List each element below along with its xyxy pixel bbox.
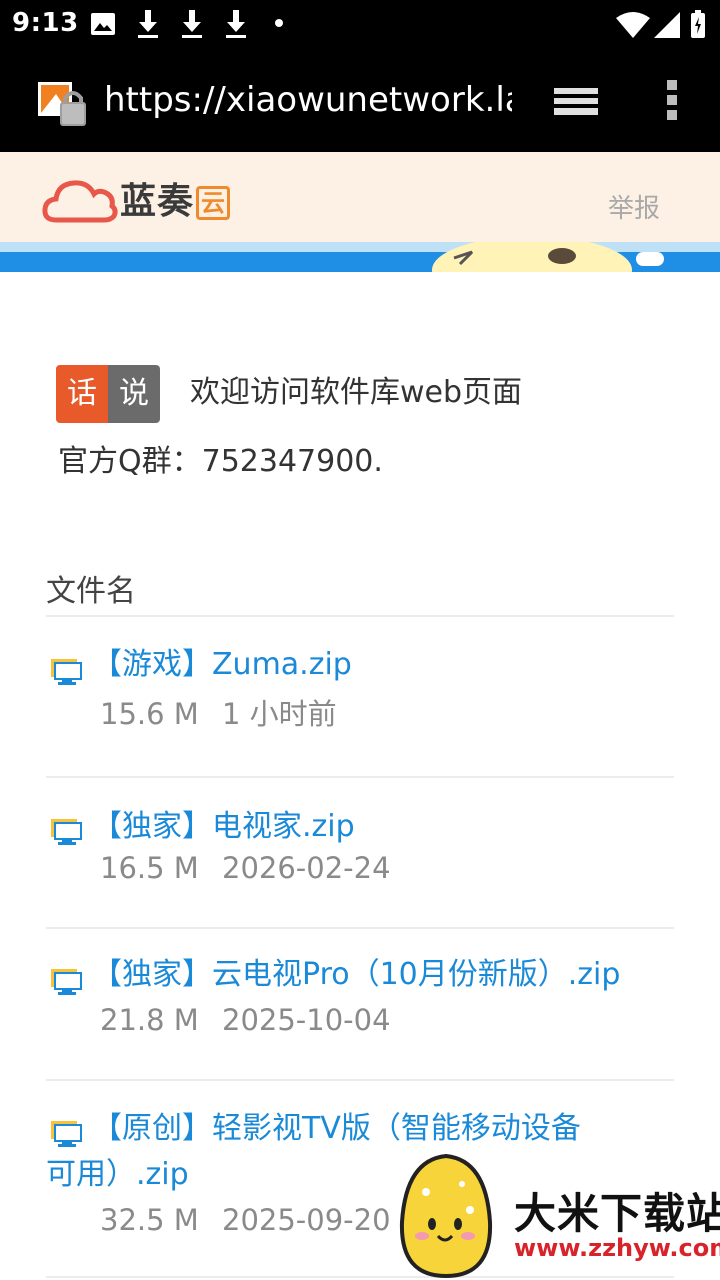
download-icon <box>182 10 202 38</box>
rice-mascot-icon <box>399 1153 493 1279</box>
file-meta: 21.8 M 2025-10-04 <box>100 1000 391 1040</box>
file-time: 1 小时前 <box>222 697 337 731</box>
file-size: 16.5 M <box>100 851 199 885</box>
qq-group-text: 官方Q群：752347900. <box>58 444 383 479</box>
brand-name: 蓝奏 <box>120 181 195 222</box>
battery-icon <box>691 10 705 38</box>
file-name-link[interactable]: 【独家】电视家.zip <box>92 804 355 850</box>
announcement-badge: 话 说 <box>56 365 160 423</box>
brand-tag: 云 <box>196 186 230 220</box>
signal-icon <box>654 12 680 38</box>
divider <box>46 1079 674 1081</box>
image-icon <box>91 13 115 35</box>
file-size: 21.8 M <box>100 1003 199 1037</box>
file-size: 32.5 M <box>100 1203 199 1237</box>
file-name-link[interactable]: 【游戏】Zuma.zip <box>92 642 352 688</box>
welcome-text: 欢迎访问软件库web页面 <box>190 375 523 410</box>
divider <box>46 615 674 617</box>
file-meta: 32.5 M 2025-09-20 <box>100 1200 391 1240</box>
site-header: 蓝奏 云 举报 <box>0 152 720 242</box>
watermark-title: 大米下载站 <box>514 1189 720 1238</box>
divider <box>46 776 674 778</box>
status-time: 9:13 <box>12 8 79 38</box>
file-meta: 16.5 M 2026-02-24 <box>100 848 391 888</box>
download-icon <box>138 10 158 38</box>
browser-toolbar: https://xiaowunetwork.lanzou <box>0 48 720 152</box>
file-icon <box>51 819 82 845</box>
file-name-link[interactable]: 【独家】云电视Pro（10月份新版）.zip <box>92 952 620 998</box>
mascot-image <box>432 242 632 272</box>
file-icon <box>51 659 82 685</box>
file-size: 15.6 M <box>100 697 199 731</box>
watermark-url: www.zzhyw.com <box>514 1234 720 1262</box>
download-icon <box>226 10 246 38</box>
badge-left: 话 <box>56 365 108 423</box>
wifi-icon <box>616 12 650 38</box>
site-lock-icon <box>38 82 86 126</box>
overflow-menu-icon[interactable] <box>664 78 680 122</box>
badge-right: 说 <box>108 365 160 423</box>
report-link[interactable]: 举报 <box>608 188 660 225</box>
divider <box>46 927 674 929</box>
status-bar: 9:13 <box>0 0 720 48</box>
watermark-url-text: www.zzhyw.com <box>514 1234 720 1262</box>
watermark: 大米下载站 www.zzhyw.com <box>396 1152 720 1280</box>
banner-strip <box>0 242 720 272</box>
file-time: 2026-02-24 <box>222 851 391 885</box>
tabs-icon[interactable] <box>552 80 600 120</box>
dot-icon <box>275 19 283 27</box>
column-header-filename: 文件名 <box>46 574 136 609</box>
file-meta: 15.6 M 1 小时前 <box>100 694 337 734</box>
address-field[interactable]: https://xiaowunetwork.lanzou <box>104 78 512 122</box>
file-time: 2025-09-20 <box>222 1203 391 1237</box>
cloud-logo-icon <box>42 180 118 223</box>
file-icon <box>51 969 82 995</box>
file-time: 2025-10-04 <box>222 1003 391 1037</box>
